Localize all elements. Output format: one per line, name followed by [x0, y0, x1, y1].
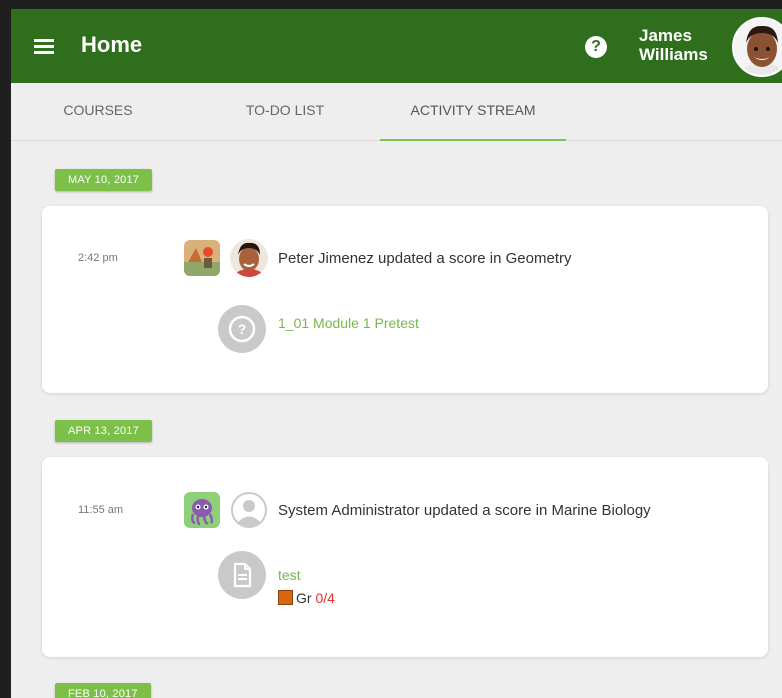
help-icon[interactable]: ? [585, 36, 607, 58]
activity-description: System Administrator updated a score in … [278, 502, 651, 519]
svg-text:?: ? [238, 321, 247, 337]
document-icon [233, 562, 252, 588]
user-avatar[interactable] [732, 17, 782, 77]
page-title: Home [81, 32, 143, 57]
assignment-link[interactable]: test [278, 567, 301, 583]
date-badge: APR 13, 2017 [55, 420, 152, 442]
user-last-name: Williams [639, 45, 708, 64]
default-avatar-icon[interactable] [230, 491, 268, 529]
activity-description: Peter Jimenez updated a score in Geometr… [278, 250, 572, 267]
user-first-name: James [639, 26, 692, 45]
top-app-bar: Home ? James Williams [11, 9, 782, 83]
geometry-course-icon[interactable] [184, 240, 220, 276]
grade-color-box [278, 590, 293, 605]
tab-to-do-list[interactable]: TO-DO LIST [225, 83, 345, 141]
activity-time: 11:55 am [78, 504, 124, 516]
assignment-link[interactable]: 1_01 Module 1 Pretest [278, 315, 419, 331]
tab-bar: COURSES TO-DO LIST ACTIVITY STREAM [11, 83, 782, 141]
user-name[interactable]: James Williams [639, 26, 708, 64]
date-badge: FEB 10, 2017 [55, 683, 151, 698]
grade-label: Gr [296, 590, 312, 606]
tab-courses[interactable]: COURSES [45, 83, 151, 141]
grade-row: Gr 0/4 [278, 590, 335, 606]
activity-card: 2:42 pm Peter Jimenez updated a score in… [42, 206, 768, 393]
date-badge: MAY 10, 2017 [55, 169, 153, 191]
person-avatar[interactable] [230, 239, 268, 277]
activity-time: 2:42 pm [78, 252, 118, 264]
hamburger-menu-icon[interactable] [34, 39, 54, 54]
question-icon: ? [228, 315, 256, 343]
activity-card: 11:55 am System Administrator updated a … [42, 457, 768, 657]
item-type-circle: ? [218, 305, 266, 353]
app-frame: Home ? James Williams COURSES TO-DO LIST… [11, 9, 782, 698]
item-type-circle [218, 551, 266, 599]
grade-score: 0/4 [315, 590, 335, 606]
marine-biology-course-icon[interactable] [184, 492, 220, 528]
tab-activity-stream[interactable]: ACTIVITY STREAM [380, 83, 566, 141]
